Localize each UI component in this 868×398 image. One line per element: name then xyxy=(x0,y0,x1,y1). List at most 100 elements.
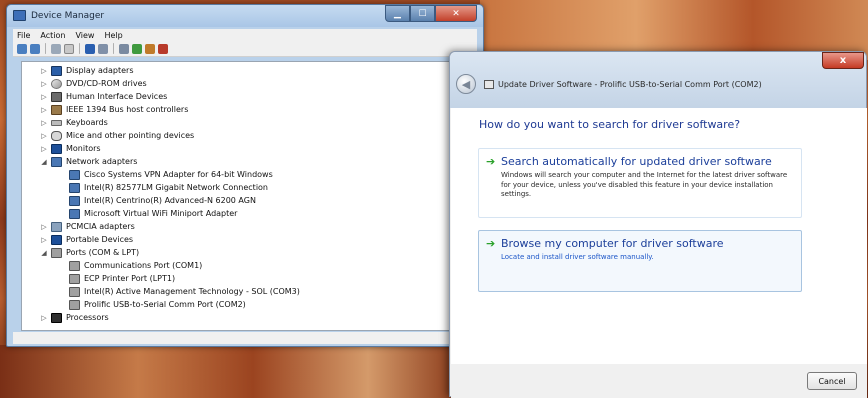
port-icon xyxy=(69,286,80,297)
tree-item-ms-virtual-wifi[interactable]: Microsoft Virtual WiFi Miniport Adapter xyxy=(66,207,237,220)
menu-bar: File Action View Help xyxy=(13,29,477,41)
dialog-title: Update Driver Software - Prolific USB-to… xyxy=(498,80,762,89)
tree-item-network-adapters[interactable]: ◢ Network adapters xyxy=(40,155,137,168)
network-adapter-icon xyxy=(69,169,80,180)
tree-item-processors[interactable]: ▷ Processors xyxy=(40,311,109,324)
tree-item-monitors[interactable]: ▷ Monitors xyxy=(40,142,101,155)
toolbar-separator xyxy=(113,43,114,54)
browse-computer-option[interactable]: ➔ Browse my computer for driver software… xyxy=(478,230,802,292)
network-adapter-icon xyxy=(51,156,62,167)
tree-item-ports[interactable]: ◢ Ports (COM & LPT) xyxy=(40,246,139,259)
desktop-wallpaper-bottom xyxy=(0,345,460,398)
tree-item-label: IEEE 1394 Bus host controllers xyxy=(66,105,189,114)
help-icon[interactable] xyxy=(85,43,95,54)
monitor-icon xyxy=(51,143,62,154)
tree-item-label: Intel(R) Active Management Technology - … xyxy=(84,287,300,296)
tree-item-label: Microsoft Virtual WiFi Miniport Adapter xyxy=(84,209,238,218)
display-adapter-icon xyxy=(51,65,62,76)
update-driver-dialog[interactable]: x ◀ Update Driver Software - Prolific US… xyxy=(449,51,867,398)
menu-help[interactable]: Help xyxy=(104,31,122,40)
tree-item-keyboards[interactable]: ▷ Keyboards xyxy=(40,116,108,129)
tree-item-prolific-com2[interactable]: Prolific USB-to-Serial Comm Port (COM2) xyxy=(66,298,246,311)
scan-hardware-icon[interactable] xyxy=(119,43,129,54)
tree-item-com1[interactable]: Communications Port (COM1) xyxy=(66,259,202,272)
tree-item-label: Mice and other pointing devices xyxy=(66,131,195,140)
tree-item-label: Prolific USB-to-Serial Comm Port (COM2) xyxy=(84,300,246,309)
cancel-button[interactable]: Cancel xyxy=(807,372,857,390)
tree-item-label: DVD/CD-ROM drives xyxy=(66,79,147,88)
tree-item-portable-devices[interactable]: ▷ Portable Devices xyxy=(40,233,133,246)
collapse-icon[interactable]: ◢ xyxy=(40,158,48,166)
device-view-icon[interactable] xyxy=(98,43,108,54)
menu-file[interactable]: File xyxy=(17,31,30,40)
toolbar-separator xyxy=(79,43,80,54)
tree-item-ieee1394[interactable]: ▷ IEEE 1394 Bus host controllers xyxy=(40,103,188,116)
tree-item-hid[interactable]: ▷ Human Interface Devices xyxy=(40,90,167,103)
menu-view[interactable]: View xyxy=(75,31,94,40)
tree-item-intel-centrino[interactable]: Intel(R) Centrino(R) Advanced-N 6200 AGN xyxy=(66,194,256,207)
port-icon xyxy=(69,299,80,310)
option-title: Search automatically for updated driver … xyxy=(501,155,772,168)
menu-action[interactable]: Action xyxy=(40,31,65,40)
expand-icon[interactable]: ▷ xyxy=(40,80,48,88)
uninstall-device-icon[interactable] xyxy=(158,43,168,54)
dialog-close-button[interactable]: x xyxy=(822,52,864,69)
portable-device-icon xyxy=(51,234,62,245)
network-adapter-icon xyxy=(69,182,80,193)
tree-item-intel-amt-com3[interactable]: Intel(R) Active Management Technology - … xyxy=(66,285,300,298)
disable-device-icon[interactable] xyxy=(145,43,155,54)
search-automatically-option[interactable]: ➔ Search automatically for updated drive… xyxy=(478,148,802,218)
expand-icon[interactable]: ▷ xyxy=(40,236,48,244)
tree-item-mice[interactable]: ▷ Mice and other pointing devices xyxy=(40,129,194,142)
tree-item-intel-82577lm[interactable]: Intel(R) 82577LM Gigabit Network Connect… xyxy=(66,181,268,194)
forward-icon[interactable] xyxy=(30,43,40,54)
tree-item-label: ECP Printer Port (LPT1) xyxy=(84,274,176,283)
view-icon[interactable] xyxy=(51,43,61,54)
expand-icon[interactable]: ▷ xyxy=(40,145,48,153)
pcmcia-icon xyxy=(51,221,62,232)
close-button[interactable]: ✕ xyxy=(435,5,477,22)
network-adapter-icon xyxy=(69,208,80,219)
option-description: Locate and install driver software manua… xyxy=(501,253,654,261)
back-icon[interactable] xyxy=(17,43,27,54)
expand-icon[interactable]: ▷ xyxy=(40,67,48,75)
device-tree[interactable]: ▷ Display adapters ▷ DVD/CD-ROM drives ▷… xyxy=(21,61,453,331)
update-driver-titlebar[interactable]: x ◀ Update Driver Software - Prolific US… xyxy=(450,52,866,108)
tree-item-dvd-drives[interactable]: ▷ DVD/CD-ROM drives xyxy=(40,77,147,90)
tree-item-label: Cisco Systems VPN Adapter for 64-bit Win… xyxy=(84,170,273,179)
port-icon xyxy=(69,260,80,271)
tree-item-cisco-vpn[interactable]: Cisco Systems VPN Adapter for 64-bit Win… xyxy=(66,168,273,181)
status-bar xyxy=(13,332,477,344)
expand-icon[interactable]: ▷ xyxy=(40,314,48,322)
network-adapter-icon xyxy=(69,195,80,206)
maximize-button[interactable]: ☐ xyxy=(410,5,435,22)
collapse-icon[interactable]: ◢ xyxy=(40,249,48,257)
device-manager-titlebar[interactable]: Device Manager ▁ ☐ ✕ xyxy=(7,5,483,27)
tree-item-display-adapters[interactable]: ▷ Display adapters xyxy=(40,64,134,77)
tree-item-label: Intel(R) 82577LM Gigabit Network Connect… xyxy=(84,183,268,192)
properties-icon[interactable] xyxy=(64,43,74,54)
option-title: Browse my computer for driver software xyxy=(501,237,724,250)
device-manager-window[interactable]: Device Manager ▁ ☐ ✕ File Action View He… xyxy=(6,4,484,347)
tree-item-lpt1[interactable]: ECP Printer Port (LPT1) xyxy=(66,272,175,285)
tree-item-label: Keyboards xyxy=(66,118,108,127)
expand-icon[interactable]: ▷ xyxy=(40,132,48,140)
tree-item-label: Portable Devices xyxy=(66,235,134,244)
port-icon xyxy=(69,273,80,284)
back-arrow-icon[interactable]: ◀ xyxy=(456,74,476,94)
tree-item-label: Processors xyxy=(66,313,109,322)
expand-icon[interactable]: ▷ xyxy=(40,106,48,114)
caption-buttons: ▁ ☐ ✕ xyxy=(385,5,477,22)
expand-icon[interactable]: ▷ xyxy=(40,93,48,101)
tree-item-pcmcia[interactable]: ▷ PCMCIA adapters xyxy=(40,220,135,233)
tree-item-label: Intel(R) Centrino(R) Advanced-N 6200 AGN xyxy=(84,196,256,205)
update-driver-icon[interactable] xyxy=(132,43,142,54)
minimize-button[interactable]: ▁ xyxy=(385,5,410,22)
expand-icon[interactable]: ▷ xyxy=(40,223,48,231)
device-manager-title: Device Manager xyxy=(31,11,105,21)
tree-item-label: Monitors xyxy=(66,144,101,153)
dvd-drive-icon xyxy=(51,78,62,89)
tree-item-label: Ports (COM & LPT) xyxy=(66,248,140,257)
expand-icon[interactable]: ▷ xyxy=(40,119,48,127)
tree-item-label: Human Interface Devices xyxy=(66,92,168,101)
